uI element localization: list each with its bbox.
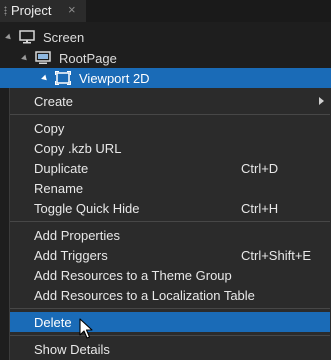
menu-separator xyxy=(10,335,330,336)
expand-arrow-icon[interactable] xyxy=(5,33,13,41)
tree-item-rootpage[interactable]: RootPage xyxy=(21,48,117,68)
menu-item-label: Copy .kzb URL xyxy=(34,141,122,156)
panel-header: Project × xyxy=(0,0,331,22)
menu-item-create[interactable]: Create xyxy=(10,91,330,111)
menu-item-copy-kzb-url[interactable]: Copy .kzb URL xyxy=(10,138,330,158)
menu-item-label: Copy xyxy=(34,121,65,136)
tree-label-rootpage: RootPage xyxy=(59,50,117,66)
menu-separator xyxy=(10,221,330,222)
menu-item-shortcut: Ctrl+Shift+E xyxy=(241,248,312,263)
menu-item-label: Add Resources to a Theme Group xyxy=(34,268,232,283)
menu-item-copy[interactable]: Copy xyxy=(10,118,330,138)
panel-title: Project xyxy=(11,3,52,18)
menu-item-label: Add Resources to a Localization Table xyxy=(34,288,255,303)
tree-item-viewport-2d[interactable]: Viewport 2D xyxy=(0,68,331,88)
menu-item-add-properties[interactable]: Add Properties xyxy=(10,225,330,245)
menu-item-shortcut: Ctrl+H xyxy=(241,201,279,216)
menu-item-shortcut: Ctrl+D xyxy=(241,161,279,176)
mouse-cursor-icon xyxy=(79,318,93,339)
expand-arrow-icon[interactable] xyxy=(41,74,49,82)
context-menu: Create Copy Copy .kzb URL Duplicate Ctrl… xyxy=(9,88,331,360)
project-panel: Project × Screen RootPage Viewport 2D Cr… xyxy=(0,0,331,360)
tab-project[interactable]: Project × xyxy=(0,0,86,22)
menu-item-label: Create xyxy=(34,94,74,109)
menu-item-label: Toggle Quick Hide xyxy=(34,201,140,216)
menu-item-label: Add Triggers xyxy=(34,248,108,263)
menu-item-label: Show Details xyxy=(34,342,110,357)
menu-separator xyxy=(10,114,330,115)
monitor-icon xyxy=(19,30,35,44)
menu-item-add-resources-localization-table[interactable]: Add Resources to a Localization Table xyxy=(10,285,330,305)
menu-item-label: Duplicate xyxy=(34,161,89,176)
expand-arrow-icon[interactable] xyxy=(21,54,29,62)
menu-item-duplicate[interactable]: Duplicate Ctrl+D xyxy=(10,158,330,178)
menu-item-delete[interactable]: Delete xyxy=(10,312,330,332)
menu-item-label: Add Properties xyxy=(34,228,120,243)
menu-item-rename[interactable]: Rename xyxy=(10,178,330,198)
menu-item-add-resources-theme-group[interactable]: Add Resources to a Theme Group xyxy=(10,265,330,285)
menu-item-label: Delete xyxy=(34,315,72,330)
tree-label-viewport-2d: Viewport 2D xyxy=(79,70,150,86)
tree-label-screen: Screen xyxy=(43,29,85,45)
menu-item-show-details[interactable]: Show Details xyxy=(10,339,330,359)
grip-icon[interactable] xyxy=(4,6,7,16)
page-icon xyxy=(35,51,51,64)
menu-separator xyxy=(10,308,330,309)
viewport-icon xyxy=(55,71,71,85)
close-icon[interactable]: × xyxy=(68,2,76,17)
submenu-arrow-icon xyxy=(319,97,324,105)
menu-item-label: Rename xyxy=(34,181,84,196)
menu-item-toggle-quick-hide[interactable]: Toggle Quick Hide Ctrl+H xyxy=(10,198,330,218)
tree-item-screen[interactable]: Screen xyxy=(5,27,85,47)
menu-item-add-triggers[interactable]: Add Triggers Ctrl+Shift+E xyxy=(10,245,330,265)
